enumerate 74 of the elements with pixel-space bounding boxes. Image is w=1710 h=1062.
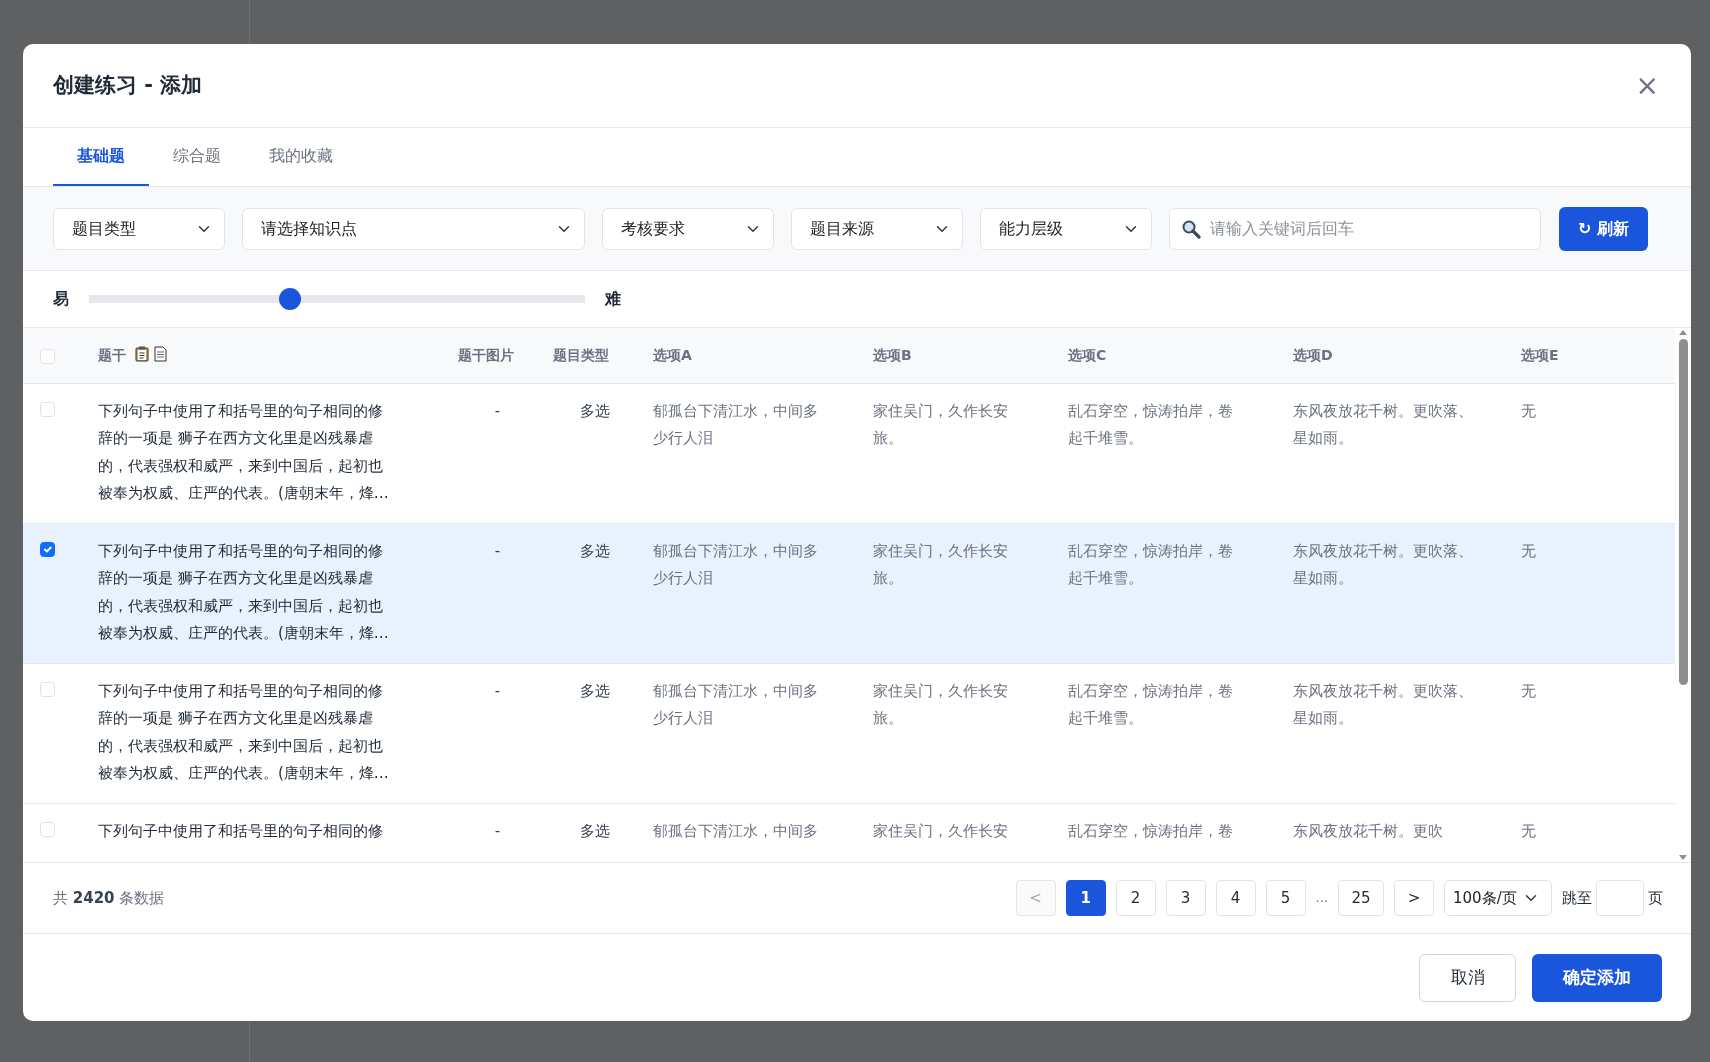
table-cell: 乱石穿空，惊涛拍岸，卷起千堆雪。 — [1060, 523, 1285, 663]
column-header: 选项C — [1068, 346, 1107, 363]
scroll-down-icon[interactable] — [1678, 854, 1688, 862]
next-page-button[interactable]: > — [1394, 880, 1434, 916]
page-button[interactable]: 25 — [1338, 880, 1384, 916]
table-cell: 多选 — [545, 663, 645, 803]
table-cell: 乱石穿空，惊涛拍岸，卷起千堆雪。 — [1060, 663, 1285, 803]
jump-label: 跳至 — [1562, 887, 1592, 909]
filter-dropdown[interactable]: 请选择知识点 — [242, 207, 585, 250]
table-cell: - — [450, 383, 545, 523]
tab[interactable]: 综合题 — [149, 128, 245, 186]
page-button[interactable]: 5 — [1265, 880, 1306, 916]
table-cell: 郁孤台下清江水，中间多少行人泪 — [645, 523, 865, 663]
hard-label: 难 — [605, 288, 621, 310]
table-cell: 多选 — [545, 803, 645, 855]
table-cell: 东风夜放花千树。更吹 — [1285, 803, 1513, 855]
total-count: 共 2420 条数据 — [53, 887, 166, 909]
row-checkbox[interactable] — [40, 541, 55, 557]
page-input[interactable] — [1596, 880, 1644, 916]
column-header: 选项B — [873, 346, 912, 363]
scroll-up-icon[interactable] — [1678, 328, 1688, 336]
table-cell: 无 — [1513, 803, 1675, 855]
table-cell: 下列句子中使用了和括号里的句子相同的修辞的一项是 狮子在西方文化里是凶残暴虐的，代表强权和威严，来到中国后，起初也被奉为权威、庄严的代表。(唐朝末年，烽… — [90, 663, 450, 803]
close-button[interactable]: × — [1631, 71, 1663, 100]
page-button[interactable]: 3 — [1165, 880, 1206, 916]
filter-dropdown[interactable]: 能力层级 — [980, 207, 1152, 250]
ellipsis: ... — [1315, 889, 1328, 908]
table-cell: 郁孤台下清江水，中间多少行人泪 — [645, 383, 865, 523]
column-header: 选项E — [1521, 346, 1559, 363]
table-cell: 家住吴门，久作长安旅。 — [865, 523, 1060, 663]
tab[interactable]: 我的收藏 — [245, 128, 357, 186]
table-cell: 无 — [1513, 523, 1675, 663]
dialog-title: 创建练习 - 添加 — [53, 71, 203, 99]
select-all-checkbox[interactable] — [40, 348, 55, 364]
table-cell: 多选 — [545, 523, 645, 663]
table-cell: 乱石穿空，惊涛拍岸，卷起千堆雪。 — [1060, 383, 1285, 523]
cancel-button[interactable]: 取消 — [1419, 953, 1516, 1002]
table-cell: 下列句子中使用了和括号里的句子相同的修辞的一项是 狮子在西方文化里是凶残暴虐的，代表强权和威严，来到中国后，起初也被奉为权威、庄严的代表。(唐朝末年，烽… — [90, 383, 450, 523]
refresh-button[interactable]: ↻ 刷新 — [1559, 206, 1648, 251]
table-cell: - — [450, 803, 545, 855]
easy-label: 易 — [53, 288, 69, 310]
search-field[interactable]: 请输入关键词后回车 — [1169, 207, 1541, 250]
scrollbar[interactable] — [1675, 328, 1691, 862]
table-cell: 家住吴门，久作长安 — [865, 803, 1060, 855]
column-header: 题干图片 — [458, 346, 514, 363]
filter-dropdown[interactable]: 题目来源 — [791, 207, 963, 250]
table-cell: 多选 — [545, 383, 645, 523]
table-cell: 东风夜放花千树。更吹落、星如雨。 — [1285, 523, 1513, 663]
column-header: 选项A — [653, 346, 692, 363]
column-header: 选项D — [1293, 346, 1333, 363]
filter-dropdown[interactable]: 题目类型 — [53, 207, 225, 250]
table-cell: 东风夜放花千树。更吹落、星如雨。 — [1285, 663, 1513, 803]
table-cell: 下列句子中使用了和括号里的句子相同的修辞的一项是 狮子在西方文化里是凶残暴虐的，代表强权和威严，来到中国后，起初也被奉为权威、庄严的代表。(唐朝末年，烽… — [90, 523, 450, 663]
page-button[interactable]: 4 — [1215, 880, 1256, 916]
column-header: 题目类型 — [553, 346, 609, 363]
table-cell: 郁孤台下清江水，中间多 — [645, 803, 865, 855]
table-cell: 家住吴门，久作长安旅。 — [865, 383, 1060, 523]
clipboard-icon[interactable] — [134, 345, 149, 362]
column-header: 题干 — [98, 346, 126, 363]
table-cell: - — [450, 523, 545, 663]
page-size-dropdown[interactable]: 100条/页 — [1444, 880, 1552, 916]
page-button[interactable]: 2 — [1115, 880, 1156, 916]
page-unit: 页 — [1648, 887, 1663, 909]
slider-thumb[interactable] — [278, 288, 301, 310]
page-button[interactable]: 1 — [1065, 880, 1106, 916]
confirm-button[interactable]: 确定添加 — [1532, 953, 1662, 1002]
filter-dropdown[interactable]: 考核要求 — [602, 207, 774, 250]
table-cell: 乱石穿空，惊涛拍岸，卷 — [1060, 803, 1285, 855]
table-cell: - — [450, 663, 545, 803]
document-icon[interactable] — [153, 345, 167, 362]
table-cell: 郁孤台下清江水，中间多少行人泪 — [645, 663, 865, 803]
table-cell: 家住吴门，久作长安旅。 — [865, 663, 1060, 803]
table-cell: 东风夜放花千树。更吹落、星如雨。 — [1285, 383, 1513, 523]
table-cell: 下列句子中使用了和括号里的句子相同的修 — [90, 803, 450, 855]
